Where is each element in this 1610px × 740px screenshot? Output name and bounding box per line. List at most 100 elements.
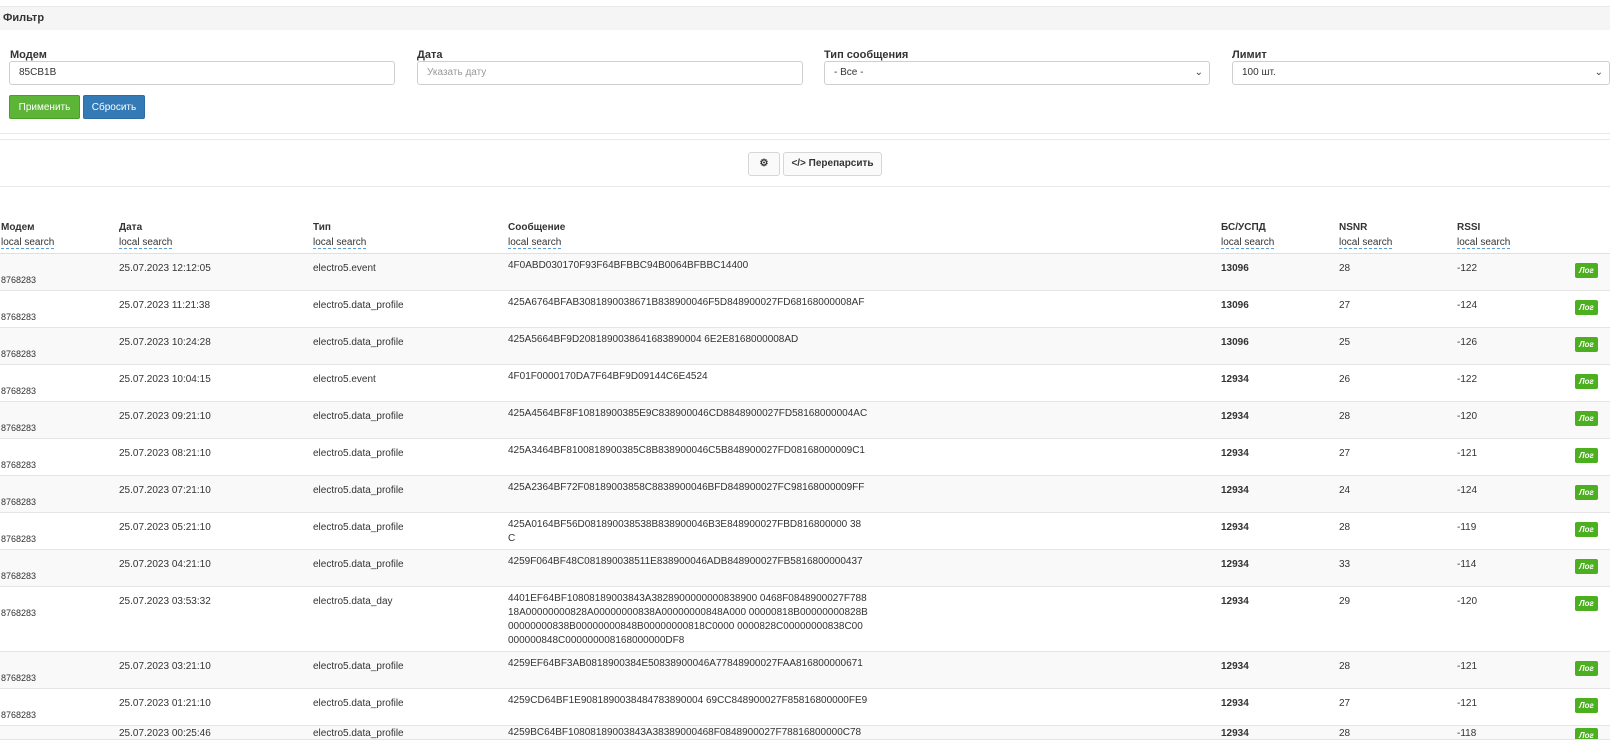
bs-cell: 13096 bbox=[1221, 337, 1249, 348]
rssi-cell: -124 bbox=[1457, 485, 1478, 496]
rssi-local-search[interactable]: local search bbox=[1457, 237, 1511, 249]
date-cell: 25.07.2023 08:21:10 bbox=[119, 448, 211, 459]
log-button[interactable]: Лог bbox=[1575, 485, 1598, 500]
modem-label: Модем bbox=[10, 49, 47, 61]
nsnr-cell: 28 bbox=[1339, 661, 1351, 672]
rssi-cell: -122 bbox=[1457, 263, 1478, 274]
bs-cell: 13096 bbox=[1221, 263, 1249, 274]
table-row: 8768283 25.07.2023 10:24:28 electro5.dat… bbox=[0, 328, 1610, 365]
rssi-cell: -121 bbox=[1457, 661, 1478, 672]
type-cell: electro5.data_profile bbox=[313, 411, 404, 422]
rssi-cell: -121 bbox=[1457, 698, 1478, 709]
date-input[interactable]: Указать дату bbox=[417, 61, 803, 85]
log-button[interactable]: Лог bbox=[1575, 448, 1598, 463]
log-button[interactable]: Лог bbox=[1575, 728, 1598, 739]
message-local-search[interactable]: local search bbox=[508, 237, 562, 249]
nsnr-cell: 24 bbox=[1339, 485, 1351, 496]
nsnr-cell: 29 bbox=[1339, 596, 1351, 607]
modem-local-search[interactable]: local search bbox=[1, 237, 55, 249]
rssi-cell: -118 bbox=[1457, 728, 1477, 739]
log-button[interactable]: Лог bbox=[1575, 300, 1598, 315]
apply-button[interactable]: Применить bbox=[9, 95, 80, 119]
message-type-select[interactable]: - Все - ⌄ bbox=[824, 61, 1210, 85]
log-button[interactable]: Лог bbox=[1575, 522, 1598, 537]
bs-cell: 12934 bbox=[1221, 559, 1249, 570]
type-local-search[interactable]: local search bbox=[313, 237, 367, 249]
bs-cell: 13096 bbox=[1221, 300, 1249, 311]
chevron-down-icon: ⌄ bbox=[1594, 67, 1603, 78]
column-header-bs: БС/УСПД bbox=[1221, 222, 1266, 233]
date-cell: 25.07.2023 01:21:10 bbox=[119, 698, 211, 709]
nsnr-cell: 28 bbox=[1339, 728, 1351, 739]
reset-button[interactable]: Сбросить bbox=[83, 95, 145, 119]
date-local-search[interactable]: local search bbox=[119, 237, 173, 249]
rssi-cell: -121 bbox=[1457, 448, 1478, 459]
column-header-nsnr: NSNR bbox=[1339, 222, 1368, 233]
message-cell: 4259BC64BF10808189003843A38389000468F084… bbox=[508, 727, 862, 738]
modem-cell: 8768283 bbox=[1, 312, 37, 322]
settings-button[interactable]: ⚙ bbox=[748, 152, 780, 176]
log-button[interactable]: Лог bbox=[1575, 374, 1598, 389]
log-button[interactable]: Лог bbox=[1575, 411, 1598, 426]
date-cell: 25.07.2023 12:12:05 bbox=[119, 263, 211, 274]
log-button[interactable]: Лог bbox=[1575, 263, 1598, 278]
message-cell: 4F01F0000170DA7F64BF9D09144C6E4524 bbox=[508, 371, 708, 382]
limit-value: 100 шт. bbox=[1242, 67, 1276, 78]
chevron-down-icon: ⌄ bbox=[1194, 67, 1203, 78]
bs-cell: 12934 bbox=[1221, 374, 1249, 385]
message-cell: 425A0164BF56D081890038538B838900046B3E84… bbox=[508, 519, 862, 544]
date-cell: 25.07.2023 07:21:10 bbox=[119, 485, 211, 496]
date-cell: 25.07.2023 00:25:46 bbox=[119, 728, 211, 739]
date-cell: 25.07.2023 05:21:10 bbox=[119, 522, 211, 533]
bs-cell: 12934 bbox=[1221, 596, 1249, 607]
nsnr-cell: 25 bbox=[1339, 337, 1351, 348]
modem-cell: 8768283 bbox=[1, 460, 37, 470]
modem-cell: 8768283 bbox=[1, 710, 37, 720]
bs-cell: 12934 bbox=[1221, 411, 1249, 422]
date-cell: 25.07.2023 09:21:10 bbox=[119, 411, 211, 422]
message-cell: 425A6764BFAB3081890038671B838900046F5D84… bbox=[508, 297, 865, 308]
log-button[interactable]: Лог bbox=[1575, 337, 1598, 352]
nsnr-cell: 28 bbox=[1339, 411, 1351, 422]
message-cell: 425A4564BF8F10818900385E9C838900046CD884… bbox=[508, 408, 868, 419]
nsnr-cell: 28 bbox=[1339, 522, 1351, 533]
log-button[interactable]: Лог bbox=[1575, 559, 1598, 574]
nsnr-cell: 27 bbox=[1339, 300, 1351, 311]
table-row: 8768283 25.07.2023 03:53:32 electro5.dat… bbox=[0, 587, 1610, 652]
gears-icon: ⚙ bbox=[759, 158, 769, 169]
type-cell: electro5.data_profile bbox=[313, 559, 404, 570]
type-cell: electro5.event bbox=[313, 263, 376, 274]
date-cell: 25.07.2023 10:04:15 bbox=[119, 374, 211, 385]
nsnr-local-search[interactable]: local search bbox=[1339, 237, 1393, 249]
rssi-cell: -124 bbox=[1457, 300, 1478, 311]
table-row: 8768283 25.07.2023 01:21:10 electro5.dat… bbox=[0, 689, 1610, 726]
date-cell: 25.07.2023 11:21:38 bbox=[119, 300, 211, 311]
type-cell: electro5.data_profile bbox=[313, 448, 404, 459]
modem-cell: 8768283 bbox=[1, 497, 37, 507]
log-button[interactable]: Лог bbox=[1575, 698, 1598, 713]
bs-cell: 12934 bbox=[1221, 728, 1249, 739]
limit-select[interactable]: 100 шт. ⌄ bbox=[1232, 61, 1610, 85]
bs-local-search[interactable]: local search bbox=[1221, 237, 1275, 249]
limit-label: Лимит bbox=[1232, 49, 1267, 61]
modem-cell: 8768283 bbox=[1, 534, 37, 544]
bs-cell: 12934 bbox=[1221, 485, 1249, 496]
modem-input[interactable]: 85CB1B bbox=[9, 61, 395, 85]
rssi-cell: -126 bbox=[1457, 337, 1478, 348]
date-cell: 25.07.2023 03:21:10 bbox=[119, 661, 211, 672]
type-cell: electro5.data_profile bbox=[313, 337, 404, 348]
rssi-cell: -120 bbox=[1457, 411, 1478, 422]
type-cell: electro5.data_profile bbox=[313, 728, 404, 739]
filter-panel: Фильтр Модем 85CB1B Дата Указать дату Ти… bbox=[0, 6, 1610, 134]
nsnr-cell: 33 bbox=[1339, 559, 1351, 570]
log-button[interactable]: Лог bbox=[1575, 661, 1598, 676]
bs-cell: 12934 bbox=[1221, 448, 1249, 459]
nsnr-cell: 27 bbox=[1339, 698, 1351, 709]
date-label: Дата bbox=[417, 49, 443, 61]
log-button[interactable]: Лог bbox=[1575, 596, 1598, 611]
date-cell: 25.07.2023 03:53:32 bbox=[119, 596, 211, 607]
reparse-button[interactable]: </> Перепарсить bbox=[783, 152, 882, 176]
table-row: 8768283 25.07.2023 00:25:46 electro5.dat… bbox=[0, 726, 1610, 740]
filter-heading: Фильтр bbox=[0, 7, 1610, 30]
message-cell: 425A2364BF72F08189003858C8838900046BFD84… bbox=[508, 482, 865, 493]
